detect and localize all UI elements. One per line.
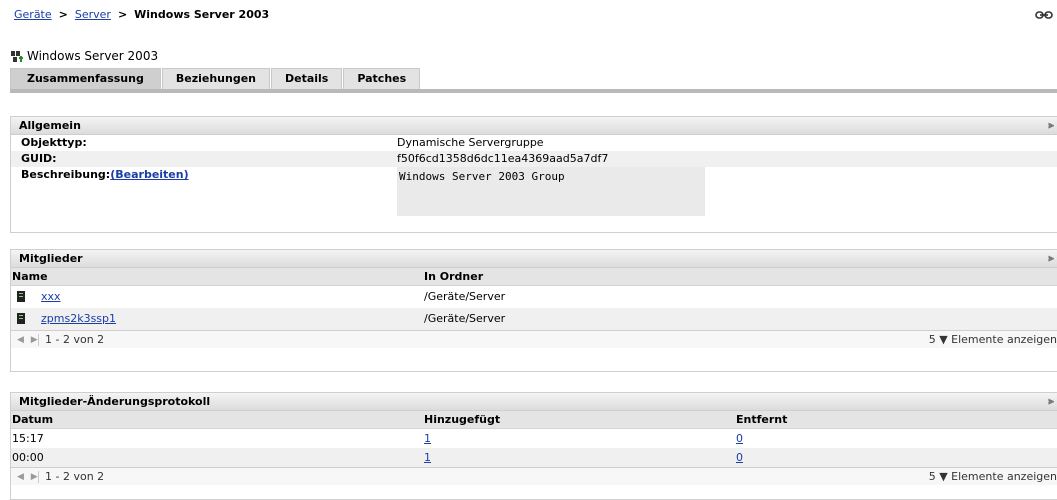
pager-divider [38, 334, 39, 346]
member-name-link[interactable]: zpms2k3ssp1 [41, 312, 116, 325]
edit-description-link[interactable]: (Bearbeiten) [110, 168, 188, 181]
collapse-icon[interactable]: ⫸ [1048, 250, 1054, 268]
breadcrumb-separator: > [117, 8, 128, 21]
general-panel: Allgemein ⫸ Objekttyp: Dynamische Server… [10, 116, 1057, 233]
breadcrumb: Geräte > Server > Windows Server 2003 [14, 8, 269, 21]
info-label: Objekttyp: [21, 136, 87, 149]
changelog-panel-header: Mitglieder-Änderungsprotokoll ⫸ [11, 393, 1057, 411]
info-label: GUID: [21, 152, 57, 165]
info-row: Objekttyp: Dynamische Servergruppe [11, 135, 1057, 151]
description-row: Beschreibung:(Bearbeiten) Windows Server… [11, 167, 1057, 216]
column-header-date[interactable]: Datum [12, 411, 53, 429]
column-header-added[interactable]: Hinzugefügt [424, 411, 500, 429]
member-folder: /Geräte/Server [424, 290, 506, 303]
link-icon[interactable] [1035, 10, 1053, 20]
breadcrumb-link-geraete[interactable]: Geräte [14, 8, 52, 21]
added-count-link[interactable]: 1 [424, 432, 431, 445]
server-icon [17, 313, 25, 324]
info-row: GUID: f50f6cd1358d6dc11ea4369aad5a7df7 [11, 151, 1057, 167]
changelog-panel: Mitglieder-Änderungsprotokoll ⫸ Datum Hi… [10, 392, 1057, 500]
page-size-select[interactable]: 5 ▼ Elemente anzeigen [929, 331, 1057, 349]
breadcrumb-current: Windows Server 2003 [134, 8, 270, 21]
info-value: f50f6cd1358d6dc11ea4369aad5a7df7 [397, 152, 609, 165]
page-title: Windows Server 2003 [10, 49, 158, 63]
changelog-panel-title: Mitglieder-Änderungsprotokoll [19, 395, 211, 408]
pager-range: 1 - 2 von 2 [45, 333, 105, 346]
server-icon [17, 291, 25, 302]
description-text: Windows Server 2003 Group [397, 167, 705, 216]
change-date: 15:17 [12, 432, 44, 445]
collapse-icon[interactable]: ⫸ [1048, 117, 1054, 135]
added-count-link[interactable]: 1 [424, 451, 431, 464]
tab-patches[interactable]: Patches [343, 68, 421, 89]
table-row: 15:17 1 0 [11, 429, 1057, 448]
column-header-name[interactable]: Name [12, 268, 48, 286]
members-panel-header: Mitglieder ⫸ [11, 250, 1057, 268]
description-label: Beschreibung:(Bearbeiten) [21, 168, 189, 181]
member-folder: /Geräte/Server [424, 312, 506, 325]
tab-details[interactable]: Details [270, 68, 343, 89]
pager-range: 1 - 2 von 2 [45, 470, 105, 483]
removed-count-link[interactable]: 0 [736, 432, 743, 445]
column-header-removed[interactable]: Entfernt [736, 411, 787, 429]
breadcrumb-separator: > [58, 8, 68, 21]
table-row: xxx /Geräte/Server [11, 286, 1057, 308]
changelog-pager: ◀ ▶ 1 - 2 von 2 5 ▼ Elemente anzeigen [11, 467, 1057, 485]
tab-underline [10, 89, 1057, 93]
tab-beziehungen[interactable]: Beziehungen [161, 68, 270, 89]
column-header-folder[interactable]: In Ordner [424, 268, 483, 286]
pager-divider [38, 471, 39, 483]
general-panel-header: Allgemein ⫸ [11, 117, 1057, 135]
changelog-table-header: Datum Hinzugefügt Entfernt [11, 411, 1057, 429]
member-name-link[interactable]: xxx [41, 290, 61, 303]
server-group-icon [11, 50, 23, 62]
general-panel-title: Allgemein [19, 119, 81, 132]
change-date: 00:00 [12, 451, 44, 464]
members-panel: Mitglieder ⫸ Name In Ordner xxx /Geräte/… [10, 249, 1057, 372]
tab-bar: Zusammenfassung Beziehungen Details Patc… [10, 68, 421, 89]
tab-zusammenfassung[interactable]: Zusammenfassung [10, 68, 161, 89]
breadcrumb-link-server[interactable]: Server [75, 8, 111, 21]
pager-arrows-icon[interactable]: ◀ ▶ [17, 331, 40, 349]
pager-arrows-icon[interactable]: ◀ ▶ [17, 468, 40, 486]
page-size-select[interactable]: 5 ▼ Elemente anzeigen [929, 468, 1057, 486]
removed-count-link[interactable]: 0 [736, 451, 743, 464]
collapse-icon[interactable]: ⫸ [1048, 393, 1054, 411]
info-value: Dynamische Servergruppe [397, 136, 544, 149]
page-title-text: Windows Server 2003 [27, 49, 159, 63]
members-table-header: Name In Ordner [11, 268, 1057, 286]
members-panel-title: Mitglieder [19, 252, 83, 265]
table-row: zpms2k3ssp1 /Geräte/Server [11, 308, 1057, 330]
table-row: 00:00 1 0 [11, 448, 1057, 467]
members-pager: ◀ ▶ 1 - 2 von 2 5 ▼ Elemente anzeigen [11, 330, 1057, 348]
